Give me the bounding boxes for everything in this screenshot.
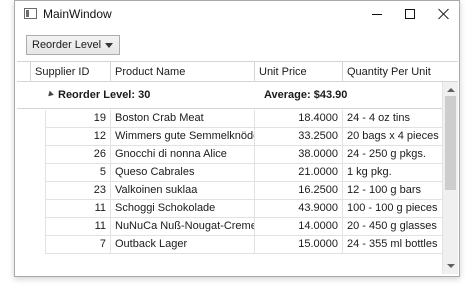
cell-quantity-per-unit[interactable]: 20 bags x 4 pieces — [343, 128, 442, 146]
cell-supplier-id[interactable]: 7 — [45, 236, 111, 254]
cell-unit-price[interactable]: 16.2500 — [255, 182, 343, 200]
cell-supplier-id[interactable]: 5 — [45, 164, 111, 182]
collapse-arrow-icon[interactable] — [46, 90, 54, 99]
cell-quantity-per-unit[interactable]: 24 - 355 ml bottles — [343, 236, 442, 254]
cell-product-name[interactable]: Valkoinen suklaa — [111, 182, 255, 200]
chevron-down-icon — [105, 43, 113, 48]
cell-supplier-id[interactable]: 19 — [45, 110, 111, 128]
cell-unit-price[interactable]: 38.0000 — [255, 146, 343, 164]
cell-unit-price[interactable]: 43.9000 — [255, 200, 343, 218]
cell-supplier-id[interactable]: 26 — [45, 146, 111, 164]
table-row[interactable]: 23 Valkoinen suklaa 16.2500 12 - 100 g b… — [17, 182, 442, 200]
cell-supplier-id[interactable]: 12 — [45, 128, 111, 146]
group-row[interactable]: Reorder Level: 30 Average: $43.90 — [17, 82, 442, 109]
table-row[interactable]: 19 Boston Crab Meat 18.4000 24 - 4 oz ti… — [17, 110, 442, 128]
cell-supplier-id[interactable]: 11 — [45, 200, 111, 218]
cell-unit-price[interactable]: 21.0000 — [255, 164, 343, 182]
cell-product-name[interactable]: Outback Lager — [111, 236, 255, 254]
cell-quantity-per-unit[interactable]: 1 kg pkg. — [343, 164, 442, 182]
cell-supplier-id[interactable]: 11 — [45, 218, 111, 236]
table-row[interactable]: 5 Queso Cabrales 21.0000 1 kg pkg. — [17, 164, 442, 182]
maximize-icon — [405, 9, 415, 19]
group-aggregate: Average: $43.90 — [264, 89, 348, 101]
cell-unit-price[interactable]: 18.4000 — [255, 110, 343, 128]
close-icon — [438, 8, 450, 20]
main-window: MainWindow Reorder Level Supplier ID Pro… — [14, 0, 460, 277]
column-header-product-name[interactable]: Product Name — [111, 62, 255, 82]
cell-quantity-per-unit[interactable]: 12 - 100 g bars — [343, 182, 442, 200]
column-header-quantity-per-unit[interactable]: Quantity Per Unit — [343, 62, 442, 82]
table-row[interactable]: 7 Outback Lager 15.0000 24 - 355 ml bott… — [17, 236, 442, 254]
column-header-unit-price[interactable]: Unit Price — [255, 62, 343, 82]
cell-unit-price[interactable]: 14.0000 — [255, 218, 343, 236]
table-row[interactable]: 12 Wimmers gute Semmelknödel 33.2500 20 … — [17, 128, 442, 146]
maximize-button[interactable] — [393, 1, 427, 27]
grid-header: Supplier ID Product Name Unit Price Quan… — [17, 62, 458, 82]
window-title: MainWindow — [43, 7, 112, 21]
cell-quantity-per-unit[interactable]: 20 - 450 g glasses — [343, 218, 442, 236]
table-row[interactable]: 26 Gnocchi di nonna Alice 38.0000 24 - 2… — [17, 146, 442, 164]
cell-quantity-per-unit[interactable]: 100 - 100 g pieces — [343, 200, 442, 218]
vertical-scrollbar[interactable] — [442, 82, 458, 274]
app-window-icon — [24, 8, 37, 19]
cell-unit-price[interactable]: 33.2500 — [255, 128, 343, 146]
cell-product-name[interactable]: Wimmers gute Semmelknödel — [111, 128, 255, 146]
data-grid: Supplier ID Product Name Unit Price Quan… — [17, 61, 458, 274]
title-bar[interactable]: MainWindow — [15, 1, 459, 27]
minimize-icon — [372, 13, 382, 15]
scroll-down-arrow-icon[interactable] — [447, 264, 455, 268]
scrollbar-thumb[interactable] — [445, 96, 456, 190]
group-by-combobox[interactable]: Reorder Level — [26, 35, 120, 55]
group-title: Reorder Level: 30 — [58, 89, 151, 101]
column-header-supplier-id[interactable]: Supplier ID — [31, 62, 111, 82]
table-row[interactable]: 11 Schoggi Schokolade 43.9000 100 - 100 … — [17, 200, 442, 218]
cell-product-name[interactable]: NuNuCa Nuß-Nougat-Creme — [111, 218, 255, 236]
header-indent-cell — [17, 62, 31, 82]
cell-quantity-per-unit[interactable]: 24 - 4 oz tins — [343, 110, 442, 128]
cell-product-name[interactable]: Schoggi Schokolade — [111, 200, 255, 218]
scroll-up-arrow-icon[interactable] — [447, 88, 455, 92]
minimize-button[interactable] — [360, 1, 394, 27]
cell-product-name[interactable]: Queso Cabrales — [111, 164, 255, 182]
close-button[interactable] — [427, 1, 461, 27]
cell-product-name[interactable]: Gnocchi di nonna Alice — [111, 146, 255, 164]
cell-unit-price[interactable]: 15.0000 — [255, 236, 343, 254]
cell-product-name[interactable]: Boston Crab Meat — [111, 110, 255, 128]
cell-quantity-per-unit[interactable]: 24 - 250 g pkgs. — [343, 146, 442, 164]
cell-supplier-id[interactable]: 23 — [45, 182, 111, 200]
table-row[interactable]: 11 NuNuCa Nuß-Nougat-Creme 14.0000 20 - … — [17, 218, 442, 236]
group-by-combobox-value: Reorder Level — [32, 39, 102, 51]
